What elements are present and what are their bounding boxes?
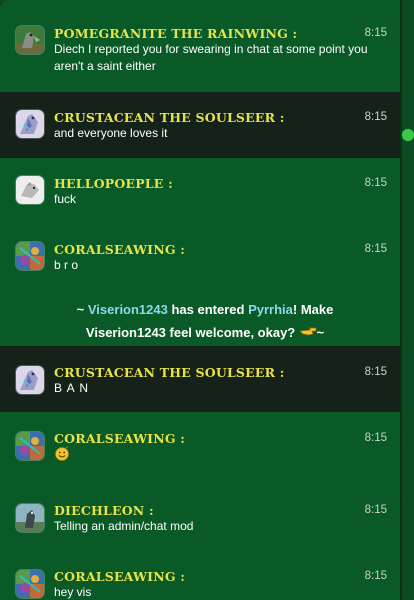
message-username[interactable]: CORALSEAWING : (54, 431, 185, 446)
rainwing-avatar-icon[interactable] (16, 26, 44, 54)
message-username[interactable]: POMEGRANITE THE RAINWING : (54, 26, 297, 41)
message-timestamp: 8:15 (364, 570, 387, 582)
message-timestamp: 8:15 (364, 177, 387, 189)
message-text: b r o (54, 258, 79, 272)
chat-message: CRUSTACEAN THE SOULSEER : 8:15 B A N (0, 346, 400, 412)
chat-message: CORALSEAWING : 8:15 (0, 412, 400, 490)
chat-message: POMEGRANITE THE RAINWING : 8:15 Diech I … (0, 0, 400, 92)
message-timestamp: 8:15 (364, 366, 387, 378)
message-text: fuck (54, 192, 77, 206)
system-user-link[interactable]: Viserion1243 (88, 302, 168, 317)
message-timestamp: 8:15 (364, 27, 387, 39)
message-text: and everyone loves it (54, 126, 168, 140)
chat-message: HELLOPOEPLE : 8:15 fuck (0, 158, 400, 224)
smiley-emoji-icon (54, 446, 69, 461)
seawing-avatar-icon[interactable] (16, 242, 44, 270)
chat-log[interactable]: POMEGRANITE THE RAINWING : 8:15 Diech I … (0, 0, 402, 600)
message-username[interactable]: HELLOPOEPLE : (54, 176, 173, 191)
pointing-hand-icon (298, 321, 317, 336)
chat-message: CRUSTACEAN THE SOULSEER : 8:15 and every… (0, 92, 400, 158)
message-username[interactable]: CRUSTACEAN THE SOULSEER : (54, 110, 285, 125)
chat-message: CORALSEAWING : 8:15 b r o (0, 224, 400, 290)
soulseer-avatar-icon[interactable] (16, 110, 44, 138)
message-username[interactable]: DIECHLEON : (54, 503, 154, 518)
seawing-avatar-icon[interactable] (16, 432, 44, 460)
chat-message: DIECHLEON : 8:15 Telling an admin/chat m… (0, 490, 400, 556)
message-text: Telling an admin/chat mod (54, 519, 194, 533)
system-mid-text: has entered (167, 302, 249, 317)
chat-message: CORALSEAWING : 8:15 hey vis (0, 556, 400, 600)
message-username[interactable]: CORALSEAWING : (54, 242, 185, 257)
message-text: Diech I reported you for swearing in cha… (54, 42, 368, 73)
message-text (54, 446, 389, 467)
system-prefix: ~ (76, 302, 88, 317)
message-text: hey vis (54, 585, 92, 599)
scrollbar-track[interactable] (402, 0, 414, 600)
scrollbar-thumb[interactable] (402, 129, 414, 141)
seawing-avatar-icon[interactable] (16, 570, 44, 598)
message-timestamp: 8:15 (364, 243, 387, 255)
message-text: B A N (54, 381, 90, 395)
white-dragon-avatar-icon[interactable] (16, 176, 44, 204)
grey-dragon-avatar-icon[interactable] (16, 504, 44, 532)
message-username[interactable]: CORALSEAWING : (54, 569, 185, 584)
system-suffix: ~ (312, 325, 325, 340)
system-entry-message: ~ Viserion1243 has entered Pyrrhia! Make… (50, 298, 360, 344)
message-timestamp: 8:15 (364, 111, 387, 123)
chat-window: POMEGRANITE THE RAINWING : 8:15 Diech I … (0, 0, 414, 600)
system-room-link[interactable]: Pyrrhia (248, 302, 293, 317)
message-username[interactable]: CRUSTACEAN THE SOULSEER : (54, 365, 285, 380)
soulseer-avatar-icon[interactable] (16, 366, 44, 394)
message-timestamp: 8:15 (364, 504, 387, 516)
message-timestamp: 8:15 (364, 432, 387, 444)
